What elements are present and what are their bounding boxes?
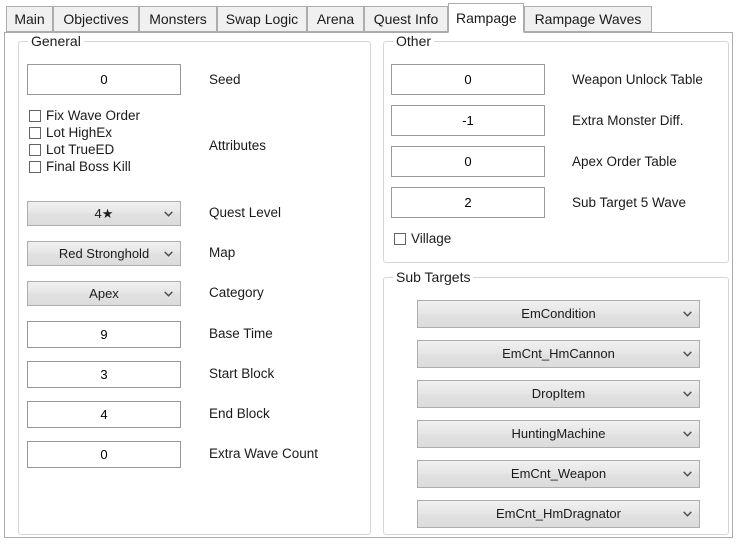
tab-swap-logic[interactable]: Swap Logic: [217, 6, 307, 32]
start-block-input[interactable]: 3: [27, 361, 181, 388]
group-sub-targets-title: Sub Targets: [393, 269, 474, 285]
checkbox-indicator[interactable]: [394, 233, 406, 245]
extra-monster-diff-input[interactable]: -1: [391, 105, 545, 136]
chevron-down-icon[interactable]: [683, 341, 692, 367]
checkbox-fix-wave-order[interactable]: Fix Wave Order: [29, 108, 140, 124]
tab-arena[interactable]: Arena: [307, 6, 364, 32]
tab-main[interactable]: Main: [6, 6, 53, 32]
chevron-down-icon[interactable]: [164, 242, 173, 265]
chevron-down-icon[interactable]: [683, 381, 692, 407]
quest-level-label: Quest Level: [209, 205, 282, 220]
sub-target-combobox-1[interactable]: EmCondition: [417, 300, 700, 328]
checkbox-lot-highex[interactable]: Lot HighEx: [29, 125, 112, 141]
weapon-unlock-table-label: Weapon Unlock Table: [572, 72, 703, 87]
checkbox-indicator[interactable]: [29, 161, 41, 173]
chevron-down-icon[interactable]: [164, 202, 173, 225]
group-other-title: Other: [393, 33, 435, 49]
sub-target-value: EmCnt_HmDragnator: [496, 506, 621, 521]
checkbox-indicator[interactable]: [29, 127, 41, 139]
chevron-down-icon[interactable]: [683, 421, 692, 447]
map-combobox[interactable]: Red Stronghold: [27, 241, 181, 266]
group-other: Other 0 Weapon Unlock Table -1 Extra Mon…: [383, 33, 729, 263]
group-sub-targets: Sub Targets EmCondition EmCnt_HmCannon D…: [383, 269, 729, 535]
checkbox-indicator[interactable]: [29, 110, 41, 122]
group-general: General 0 Seed Fix Wave Order Lot HighEx…: [18, 33, 371, 535]
sub-target-5-wave-label: Sub Target 5 Wave: [572, 195, 687, 210]
map-label: Map: [209, 245, 236, 260]
weapon-unlock-table-label-clip: Weapon Unlock Table: [572, 72, 728, 90]
extra-wave-count-label: Extra Wave Count: [209, 446, 319, 461]
checkbox-indicator[interactable]: [29, 144, 41, 156]
apex-order-table-label: Apex Order Table: [572, 154, 677, 169]
map-value: Red Stronghold: [58, 246, 150, 261]
extra-wave-count-input[interactable]: 0: [27, 441, 181, 468]
end-block-label: End Block: [209, 406, 270, 421]
chevron-down-icon[interactable]: [164, 282, 173, 305]
category-combobox[interactable]: Apex: [27, 281, 181, 306]
checkbox-village[interactable]: Village: [394, 231, 451, 247]
quest-level-value: 4★: [94, 206, 114, 221]
chevron-down-icon[interactable]: [683, 461, 692, 487]
tab-quest-info[interactable]: Quest Info: [364, 6, 448, 32]
tab-rampage[interactable]: Rampage: [448, 3, 524, 33]
sub-target-combobox-6[interactable]: EmCnt_HmDragnator: [417, 500, 700, 528]
checkbox-final-boss-kill[interactable]: Final Boss Kill: [29, 159, 131, 175]
checkbox-label: Village: [411, 231, 452, 246]
quest-level-combobox[interactable]: 4★: [27, 201, 181, 226]
base-time-label: Base Time: [209, 326, 273, 341]
sub-target-combobox-3[interactable]: DropItem: [417, 380, 700, 408]
group-general-title: General: [28, 33, 84, 49]
weapon-unlock-table-input[interactable]: 0: [391, 64, 545, 95]
seed-label: Seed: [209, 72, 241, 87]
chevron-down-icon[interactable]: [683, 501, 692, 527]
sub-target-combobox-2[interactable]: EmCnt_HmCannon: [417, 340, 700, 368]
tab-objectives[interactable]: Objectives: [53, 6, 139, 32]
checkbox-lot-trueed[interactable]: Lot TrueED: [29, 142, 114, 158]
sub-target-value: DropItem: [531, 386, 586, 401]
sub-target-value: EmCnt_Weapon: [510, 466, 607, 481]
sub-target-5-wave-input[interactable]: 2: [391, 187, 545, 218]
tab-rampage-waves[interactable]: Rampage Waves: [524, 6, 652, 32]
sub-target-value: EmCnt_HmCannon: [502, 346, 615, 361]
category-value: Apex: [89, 286, 119, 301]
seed-input[interactable]: 0: [27, 64, 181, 95]
apex-order-table-input[interactable]: 0: [391, 146, 545, 177]
attributes-label: Attributes: [209, 138, 267, 153]
checkbox-label: Lot TrueED: [46, 142, 115, 157]
category-label: Category: [209, 285, 264, 300]
tab-monsters[interactable]: Monsters: [139, 6, 217, 32]
checkbox-label: Fix Wave Order: [46, 108, 141, 123]
sub-target-value: HuntingMachine: [511, 426, 606, 441]
sub-target-combobox-4[interactable]: HuntingMachine: [417, 420, 700, 448]
sub-target-value: EmCondition: [521, 306, 596, 321]
checkbox-label: Final Boss Kill: [46, 159, 131, 174]
chevron-down-icon[interactable]: [683, 301, 692, 327]
sub-target-combobox-5[interactable]: EmCnt_Weapon: [417, 460, 700, 488]
end-block-input[interactable]: 4: [27, 401, 181, 428]
tab-page-rampage: General 0 Seed Fix Wave Order Lot HighEx…: [4, 32, 733, 538]
checkbox-label: Lot HighEx: [46, 125, 113, 140]
tab-strip: Main Objectives Monsters Swap Logic Aren…: [0, 0, 745, 33]
extra-monster-diff-label: Extra Monster Diff.: [572, 113, 684, 128]
base-time-input[interactable]: 9: [27, 321, 181, 348]
start-block-label: Start Block: [209, 366, 275, 381]
